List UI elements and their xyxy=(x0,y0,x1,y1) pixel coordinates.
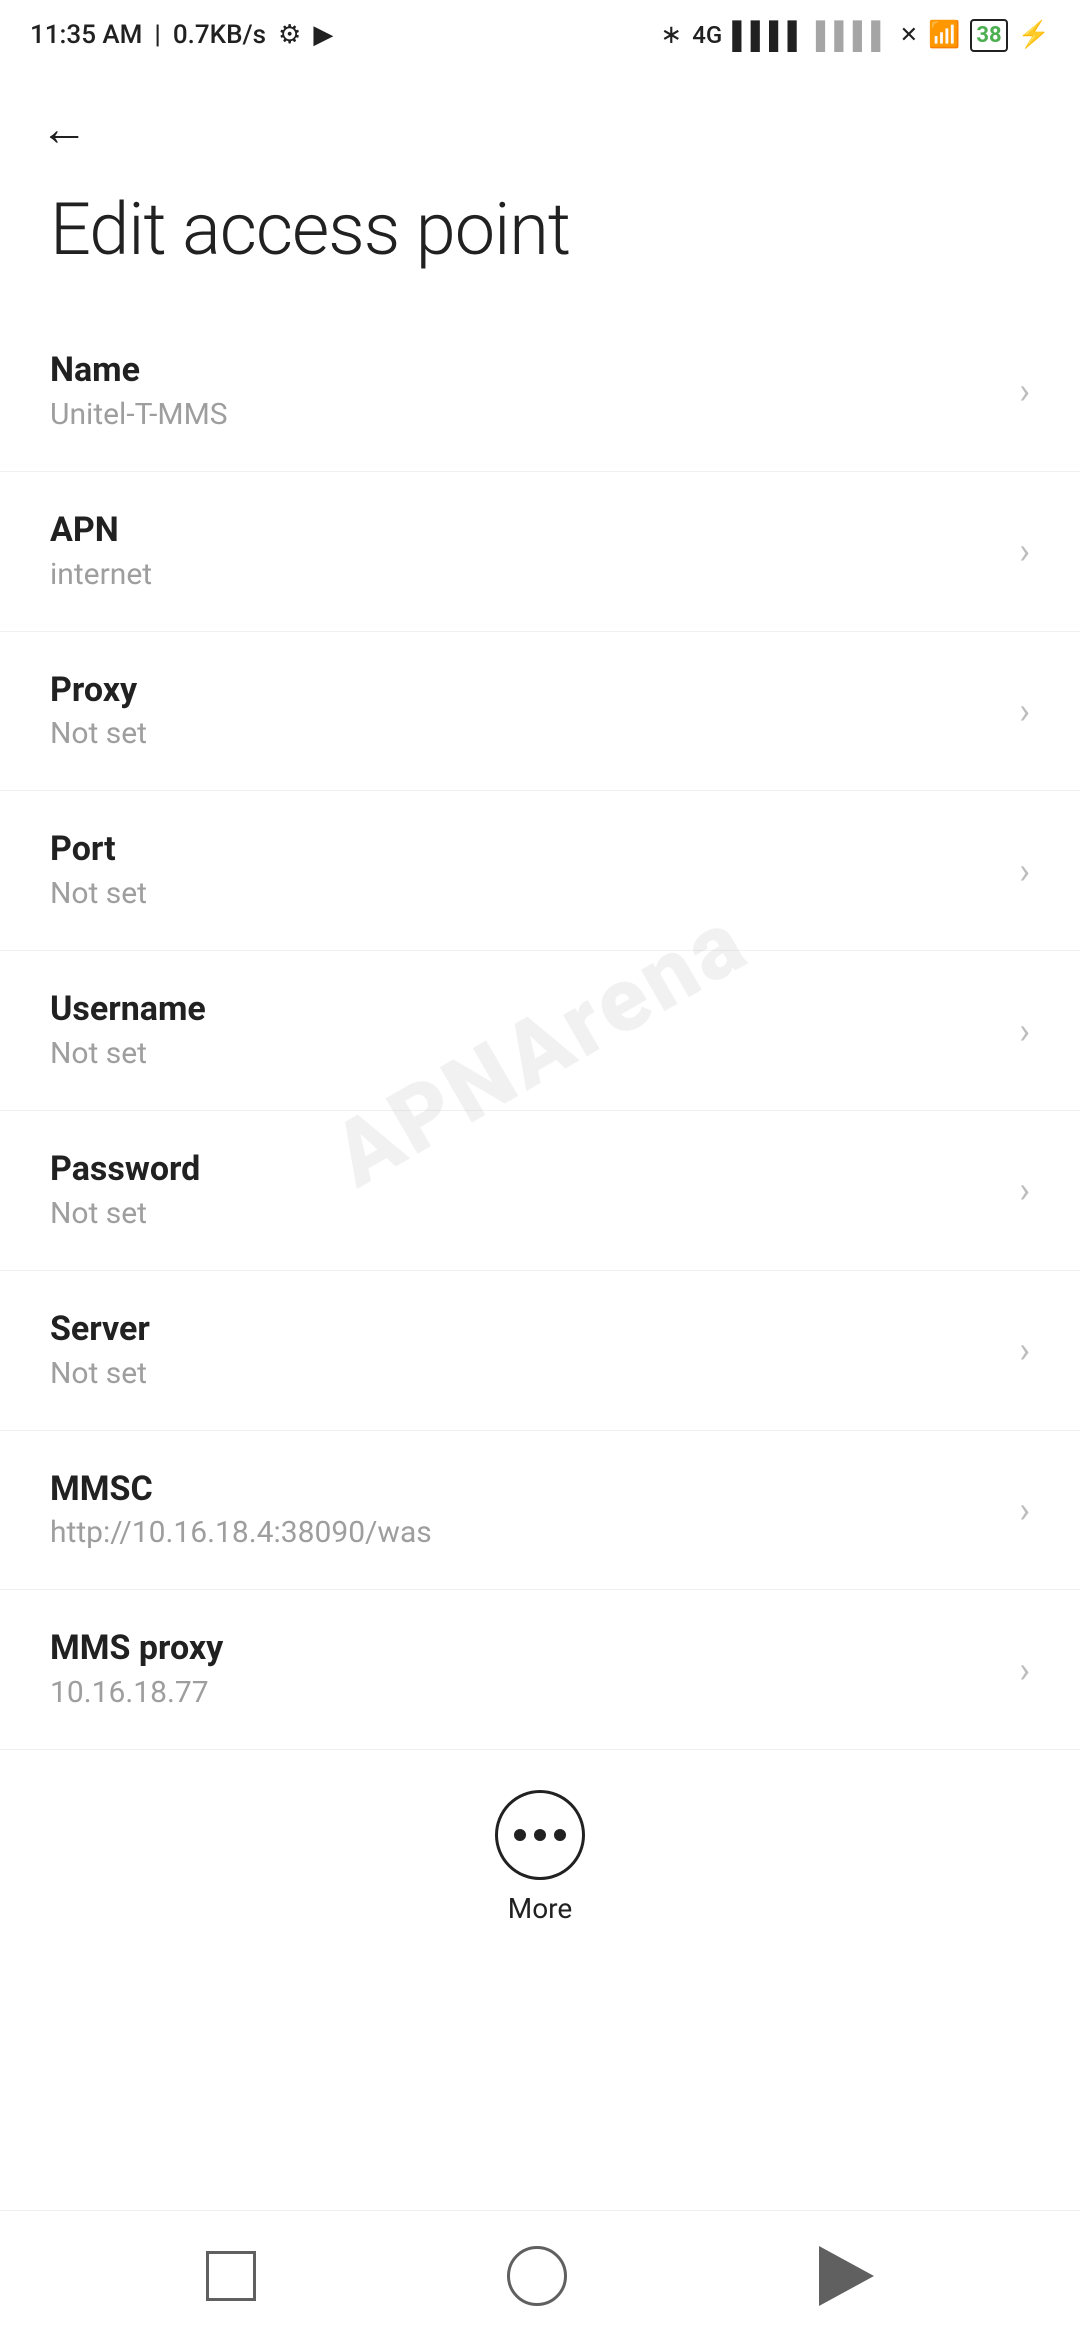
settings-item-server[interactable]: Server Not set › xyxy=(0,1271,1080,1431)
nav-home-button[interactable] xyxy=(507,2246,567,2306)
settings-item-mms-proxy-value: 10.16.18.77 xyxy=(50,1675,999,1711)
charging-icon: ⚡ xyxy=(1018,20,1050,50)
chevron-right-icon: › xyxy=(1019,850,1030,892)
settings-item-apn-content: APN internet xyxy=(50,510,999,593)
chevron-right-icon: › xyxy=(1019,370,1030,412)
settings-item-server-label: Server xyxy=(50,1309,999,1350)
more-label: More xyxy=(508,1892,573,1925)
settings-item-port-label: Port xyxy=(50,829,999,870)
page-title: Edit access point xyxy=(0,167,1080,312)
settings-item-password-content: Password Not set xyxy=(50,1149,999,1232)
settings-item-username-label: Username xyxy=(50,989,999,1030)
status-time: 11:35 AM xyxy=(30,20,142,50)
settings-item-apn-label: APN xyxy=(50,510,999,551)
settings-item-server-content: Server Not set xyxy=(50,1309,999,1392)
settings-item-mmsc-content: MMSC http://10.16.18.4:38090/was xyxy=(50,1469,999,1552)
settings-item-mms-proxy[interactable]: MMS proxy 10.16.18.77 › xyxy=(0,1590,1080,1750)
more-button[interactable] xyxy=(495,1790,585,1880)
main-content: 11:35 AM | 0.7KB/s ⚙ ▶ ∗ 4G ▌▌▌▌ ▌▌▌▌ ✕ … xyxy=(0,0,1080,2095)
wifi-icon: 📶 xyxy=(928,20,960,50)
nav-recent-button[interactable] xyxy=(206,2251,256,2301)
camera-icon: ▶ xyxy=(313,20,333,50)
settings-item-username-content: Username Not set xyxy=(50,989,999,1072)
settings-item-server-value: Not set xyxy=(50,1356,999,1392)
settings-item-mmsc-label: MMSC xyxy=(50,1469,999,1510)
settings-item-name-content: Name Unitel-T-MMS xyxy=(50,350,999,433)
settings-item-proxy-value: Not set xyxy=(50,716,999,752)
status-network-speed: 0.7KB/s xyxy=(173,20,266,50)
settings-item-mmsc[interactable]: MMSC http://10.16.18.4:38090/was › xyxy=(0,1431,1080,1591)
chevron-right-icon: › xyxy=(1019,1649,1030,1691)
settings-item-username-value: Not set xyxy=(50,1036,999,1072)
back-button[interactable]: ← xyxy=(0,70,1080,167)
settings-item-apn-value: internet xyxy=(50,557,999,593)
nav-back-button[interactable] xyxy=(819,2246,874,2306)
status-speed: | xyxy=(154,20,160,50)
settings-item-name-label: Name xyxy=(50,350,999,391)
settings-item-proxy[interactable]: Proxy Not set › xyxy=(0,632,1080,792)
more-section: More xyxy=(0,1750,1080,1955)
chevron-right-icon: › xyxy=(1019,1010,1030,1052)
settings-item-mmsc-value: http://10.16.18.4:38090/was xyxy=(50,1515,999,1551)
status-bar: 11:35 AM | 0.7KB/s ⚙ ▶ ∗ 4G ▌▌▌▌ ▌▌▌▌ ✕ … xyxy=(0,0,1080,70)
settings-item-password-label: Password xyxy=(50,1149,999,1190)
recent-apps-icon xyxy=(206,2251,256,2301)
signal-icon-1: 4G xyxy=(692,21,722,49)
more-dot-3 xyxy=(554,1829,566,1841)
bluetooth-icon: ∗ xyxy=(660,20,682,50)
settings-item-password-value: Not set xyxy=(50,1196,999,1232)
settings-item-proxy-label: Proxy xyxy=(50,670,999,711)
settings-icon: ⚙ xyxy=(278,20,301,50)
settings-item-name-value: Unitel-T-MMS xyxy=(50,397,999,433)
status-right: ∗ 4G ▌▌▌▌ ▌▌▌▌ ✕ 📶 38 ⚡ xyxy=(660,19,1050,52)
settings-item-mms-proxy-label: MMS proxy xyxy=(50,1628,999,1669)
settings-item-password[interactable]: Password Not set › xyxy=(0,1111,1080,1271)
signal-bars-icon: ▌▌▌▌ xyxy=(732,20,806,51)
signal-x-icon: ✕ xyxy=(900,23,918,48)
home-icon xyxy=(507,2246,567,2306)
chevron-right-icon: › xyxy=(1019,1489,1030,1531)
more-dots-icon xyxy=(514,1829,566,1841)
settings-item-port-content: Port Not set xyxy=(50,829,999,912)
chevron-right-icon: › xyxy=(1019,1169,1030,1211)
settings-item-mms-proxy-content: MMS proxy 10.16.18.77 xyxy=(50,1628,999,1711)
settings-item-apn[interactable]: APN internet › xyxy=(0,472,1080,632)
settings-item-proxy-content: Proxy Not set xyxy=(50,670,999,753)
signal-bars-icon-2: ▌▌▌▌ xyxy=(816,20,890,51)
settings-list: Name Unitel-T-MMS › APN internet › Proxy… xyxy=(0,312,1080,1750)
back-arrow-icon[interactable]: ← xyxy=(40,100,88,157)
settings-item-username[interactable]: Username Not set › xyxy=(0,951,1080,1111)
chevron-right-icon: › xyxy=(1019,1329,1030,1371)
settings-item-port-value: Not set xyxy=(50,876,999,912)
chevron-right-icon: › xyxy=(1019,690,1030,732)
settings-item-name[interactable]: Name Unitel-T-MMS › xyxy=(0,312,1080,472)
more-dot-1 xyxy=(514,1829,526,1841)
more-dot-2 xyxy=(534,1829,546,1841)
settings-item-port[interactable]: Port Not set › xyxy=(0,791,1080,951)
battery-icon: 38 xyxy=(970,19,1007,52)
chevron-right-icon: › xyxy=(1019,530,1030,572)
nav-bar xyxy=(0,2210,1080,2340)
back-icon xyxy=(819,2246,874,2306)
status-left: 11:35 AM | 0.7KB/s ⚙ ▶ xyxy=(30,20,333,50)
